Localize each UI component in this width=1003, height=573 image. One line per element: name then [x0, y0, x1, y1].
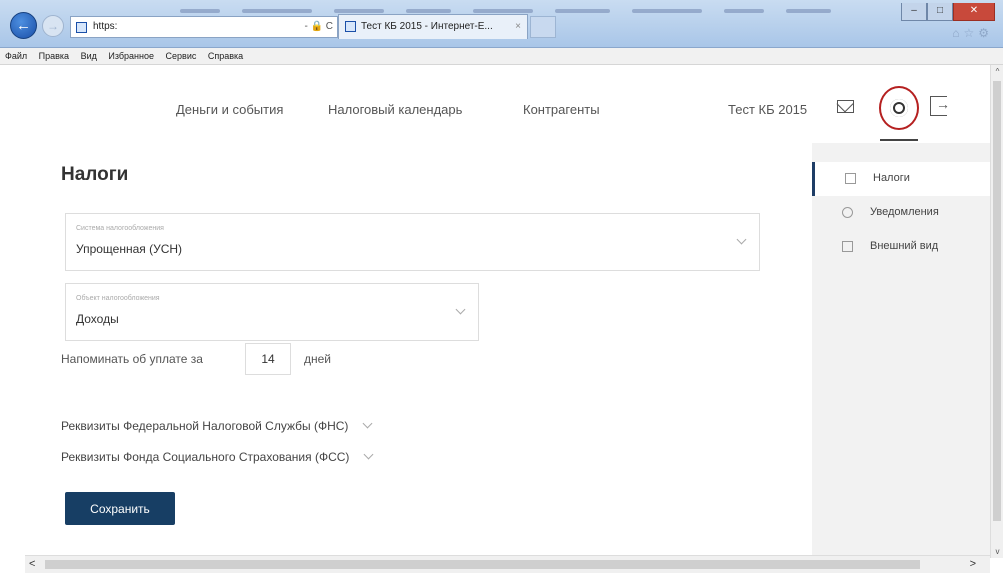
chevron-down-icon [455, 304, 466, 315]
sidebar-item-label: Внешний вид [870, 240, 939, 252]
minimize-icon[interactable]: – [901, 3, 927, 21]
tax-object-select[interactable]: Объект налогообложения Доходы [65, 283, 479, 341]
tax-object-value: Доходы [76, 312, 119, 326]
horizontal-scrollbar[interactable]: < > [25, 555, 990, 573]
sidebar-item-notifications[interactable]: Уведомления [812, 196, 990, 230]
maximize-icon[interactable]: □ [927, 3, 953, 21]
site-icon [76, 22, 87, 33]
back-button[interactable]: ← [10, 12, 37, 39]
menu-edit[interactable]: Правка [39, 51, 69, 61]
fns-details-toggle[interactable]: Реквизиты Федеральной Налоговой Службы (… [61, 418, 373, 433]
vertical-scroll-thumb[interactable] [993, 81, 1001, 521]
settings-sidebar: Налоги Уведомления Внешний вид [812, 143, 990, 555]
sidebar-item-label: Налоги [873, 172, 910, 184]
horizontal-scroll-thumb[interactable] [45, 560, 920, 569]
close-icon[interactable]: ✕ [953, 3, 995, 21]
forward-button[interactable]: → [42, 15, 64, 37]
address-bar[interactable]: https: - 🔒 C [70, 16, 338, 38]
settings-button[interactable] [879, 86, 919, 130]
chevron-down-icon [736, 234, 747, 245]
menu-tools[interactable]: Сервис [166, 51, 197, 61]
logout-icon[interactable] [930, 96, 950, 116]
scroll-right-icon[interactable]: > [970, 558, 976, 570]
menu-file[interactable]: Файл [5, 51, 27, 61]
browser-tab[interactable]: Тест КБ 2015 - Интернет-Е... × [338, 14, 528, 39]
browser-menu-bar: Файл Правка Вид Избранное Сервис Справка [0, 48, 1003, 65]
scroll-left-icon[interactable]: < [29, 558, 35, 570]
favorites-bar [180, 2, 870, 13]
mail-icon[interactable] [837, 100, 854, 113]
document-icon [845, 173, 856, 184]
menu-favorites[interactable]: Избранное [108, 51, 154, 61]
tab-close-icon[interactable]: × [515, 15, 521, 39]
fss-details-toggle[interactable]: Реквизиты Фонда Социального Страхования … [61, 449, 374, 464]
company-name[interactable]: Тест КБ 2015 [728, 102, 807, 117]
fns-details-label: Реквизиты Федеральной Налоговой Службы (… [61, 419, 349, 433]
address-text: https: [93, 21, 118, 32]
save-button[interactable]: Сохранить [65, 492, 175, 525]
new-tab-button[interactable] [530, 16, 556, 38]
scroll-up-icon[interactable]: ^ [991, 67, 1003, 76]
nav-money-events[interactable]: Деньги и события [176, 102, 283, 117]
tab-title: Тест КБ 2015 - Интернет-Е... [361, 21, 493, 32]
reminder-days-input[interactable]: 14 [245, 343, 291, 375]
tab-site-icon [345, 21, 356, 32]
bell-icon [842, 207, 853, 218]
browser-toolbar-icons[interactable]: ⌂☆⚙ [952, 26, 993, 40]
page-gutter [0, 65, 25, 573]
settings-main: Налоги Система налогообложения Упрощенна… [25, 143, 812, 555]
browser-title-bar: ← → https: - 🔒 C Тест КБ 2015 - Интернет… [0, 0, 1003, 48]
sidebar-item-label: Уведомления [870, 206, 939, 218]
settings-active-indicator [880, 139, 918, 141]
menu-help[interactable]: Справка [208, 51, 243, 61]
reminder-days-unit: дней [304, 352, 332, 366]
chevron-down-icon [362, 418, 373, 429]
reminder-label: Напоминать об уплате за [61, 352, 203, 366]
window-controls: – □ ✕ [901, 0, 995, 21]
sidebar-item-appearance[interactable]: Внешний вид [812, 230, 990, 264]
tax-system-value: Упрощенная (УСН) [76, 242, 183, 256]
nav-tax-calendar[interactable]: Налоговый календарь [328, 102, 462, 117]
address-tools[interactable]: - 🔒 C [304, 17, 333, 37]
tax-object-label: Объект налогообложения [76, 295, 160, 302]
layout-icon [842, 241, 853, 252]
gear-icon [887, 96, 911, 120]
scroll-down-icon[interactable]: v [991, 547, 1003, 556]
nav-counterparties[interactable]: Контрагенты [523, 102, 600, 117]
sidebar-item-taxes[interactable]: Налоги [812, 162, 990, 196]
top-navigation: Деньги и события Налоговый календарь Кон… [25, 65, 990, 143]
tax-system-label: Система налогообложения [76, 225, 164, 232]
tax-system-select[interactable]: Система налогообложения Упрощенная (УСН) [65, 213, 760, 271]
app: Деньги и события Налоговый календарь Кон… [25, 65, 990, 555]
chevron-down-icon [363, 449, 374, 460]
menu-view[interactable]: Вид [81, 51, 97, 61]
vertical-scrollbar[interactable]: ^ v [990, 65, 1003, 558]
page-title: Налоги [61, 164, 129, 185]
fss-details-label: Реквизиты Фонда Социального Страхования … [61, 450, 350, 464]
